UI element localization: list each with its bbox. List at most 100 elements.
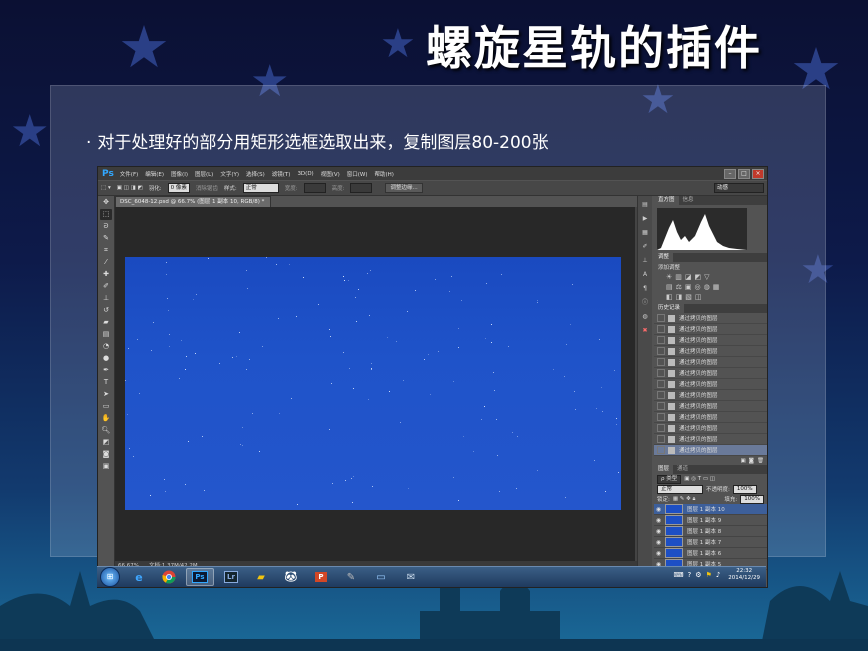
move-tool-icon[interactable]: ✥ [100,197,112,208]
history-checkbox[interactable] [657,391,665,399]
history-item[interactable]: 通过拷贝的图层 [654,423,767,434]
menu-window[interactable]: 窗口(W) [347,170,368,178]
color-swatch-icon[interactable]: ◩ [100,437,112,448]
eye-icon[interactable]: ◉ [654,517,663,524]
clock[interactable]: 22:32 2014/12/29 [728,568,760,582]
tab-info[interactable]: 信息 [679,196,698,205]
history-checkbox[interactable] [657,325,665,333]
history-checkbox[interactable] [657,336,665,344]
menu-edit[interactable]: 编辑(E) [145,170,164,178]
refine-edge-button[interactable]: 调整边缘... [385,183,423,193]
close-icon[interactable]: × [752,169,764,179]
posterize-icon[interactable]: ◨ [676,293,683,301]
width-input[interactable] [303,183,326,193]
history-checkbox[interactable] [657,402,665,410]
history-item[interactable]: 通过拷贝的图层 [654,368,767,379]
window-icon[interactable]: ▭ [368,569,394,585]
tab-adjustments[interactable]: 调整 [654,253,674,262]
minimize-icon[interactable]: – [724,169,736,179]
dodge-tool-icon[interactable]: ● [100,353,112,364]
canvas-area[interactable] [115,207,635,561]
paragraph-panel-icon[interactable]: ¶ [640,284,650,294]
menu-view[interactable]: 视图(V) [321,170,340,178]
tool-presets-icon[interactable]: ✖ [640,326,650,336]
pen-tool-icon[interactable]: ✒ [100,365,112,376]
eye-icon[interactable]: ◉ [654,528,663,535]
history-checkbox[interactable] [657,446,665,454]
history-item[interactable]: 通过拷贝的图层 [654,357,767,368]
tab-channels[interactable]: 通道 [673,465,692,474]
maximize-icon[interactable]: □ [738,169,750,179]
threshold-icon[interactable]: ▧ [685,293,692,301]
lock-icons[interactable]: ▦ ✎ ✥ 🔒︎ [673,496,696,503]
menu-select[interactable]: 选择(S) [246,170,265,178]
eraser-tool-icon[interactable]: ▰ [100,317,112,328]
menu-image[interactable]: 图像(I) [171,170,188,178]
history-item[interactable]: 通过拷贝的图层 [654,335,767,346]
black-white-icon[interactable]: ▣ [685,283,692,291]
photo-filter-icon[interactable]: ◎ [695,283,701,291]
history-item[interactable]: 通过拷贝的图层 [654,434,767,445]
info-panel-icon[interactable]: ⓘ [640,298,650,308]
workspace-select[interactable]: 动感 [714,183,764,193]
shape-tool-icon[interactable]: ▭ [100,401,112,412]
menu-help[interactable]: 帮助(H) [375,170,394,178]
curves-icon[interactable]: ◪ [685,273,692,281]
eye-icon[interactable]: ◉ [654,539,663,546]
new-snapshot-icon[interactable]: ▣ [740,458,745,464]
type-tool-icon[interactable]: T [100,377,112,388]
layer-row[interactable]: ◉ 图层 1 副本 9 [654,515,767,526]
warning-flag-icon[interactable]: ⚑ [706,571,712,579]
tab-histogram[interactable]: 直方图 [654,196,679,205]
hand-tool-icon[interactable]: ✋ [100,413,112,424]
layer-row[interactable]: ◉ 图层 1 副本 8 [654,526,767,537]
quick-mask-icon[interactable]: ◙ [100,449,112,460]
document-icon[interactable]: ✉ [398,569,424,585]
layer-row[interactable]: ◉ 图层 1 副本 7 [654,537,767,548]
zoom-tool-icon[interactable]: 🔍︎ [100,425,112,436]
brush-tool-icon[interactable]: ✐ [100,281,112,292]
healing-brush-icon[interactable]: ✚ [100,269,112,280]
fill-input[interactable]: 100% [740,494,764,504]
history-checkbox[interactable] [657,413,665,421]
start-button[interactable]: ⊞ [100,567,120,587]
history-item[interactable]: 通过拷贝的图层 [654,379,767,390]
blend-mode-select[interactable]: 正常 [657,484,703,494]
history-item[interactable]: 通过拷贝的图层 [654,324,767,335]
menu-layer[interactable]: 图层(L) [195,170,213,178]
folder-icon[interactable]: ▰ [248,569,274,585]
history-checkbox[interactable] [657,347,665,355]
help-icon[interactable]: ? [688,571,692,579]
settings-icon[interactable]: ⚙ [695,571,701,579]
screen-mode-icon[interactable]: ▣ [100,461,112,472]
menu-3d[interactable]: 3D(D) [297,171,313,177]
history-item[interactable]: 通过拷贝的图层 [654,445,767,456]
history-checkbox[interactable] [657,424,665,432]
lightroom-taskbar-icon[interactable]: Lr [218,569,244,585]
menu-filter[interactable]: 滤镜(T) [272,170,291,178]
eye-icon[interactable]: ◉ [654,550,663,557]
swatches-panel-icon[interactable]: ▦ [640,228,650,238]
history-checkbox[interactable] [657,358,665,366]
history-item[interactable]: 通过拷贝的图层 [654,313,767,324]
blur-tool-icon[interactable]: ◔ [100,341,112,352]
marquee-tool-icon[interactable]: ⬚ ▾ [101,185,111,191]
history-panel-icon[interactable]: ▤ [640,200,650,210]
color-lookup-icon[interactable]: ▦ [713,283,720,291]
menu-type[interactable]: 文字(Y) [220,170,239,178]
filter-icons[interactable]: ▣ ◎ T ▭ ◫ [684,476,715,482]
lasso-tool-icon[interactable]: ᘐ [100,221,112,232]
path-select-icon[interactable]: ➤ [100,389,112,400]
opacity-input[interactable]: 100% [732,484,757,494]
chrome-icon[interactable] [156,569,182,585]
keyboard-icon[interactable]: ⌨ [673,571,683,579]
history-brush-icon[interactable]: ↺ [100,305,112,316]
vibrance-icon[interactable]: ▽ [704,273,709,281]
style-select[interactable]: 正常 [242,183,279,193]
channel-mixer-icon[interactable]: ◍ [704,283,710,291]
tool-icon[interactable]: ✎ [338,569,364,585]
invert-icon[interactable]: ◧ [666,293,673,301]
actions-panel-icon[interactable]: ▶ [640,214,650,224]
gradient-tool-icon[interactable]: ▤ [100,329,112,340]
height-input[interactable] [350,183,373,193]
